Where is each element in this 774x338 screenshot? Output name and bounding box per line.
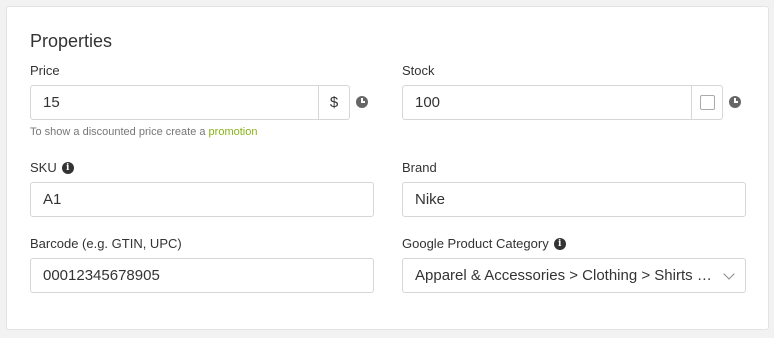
stock-input[interactable]: 100	[402, 85, 692, 120]
stock-unlimited-addon	[691, 85, 723, 120]
stock-label: Stock	[402, 63, 435, 79]
promotion-link[interactable]: promotion	[209, 126, 258, 138]
google-category-label: Google Product Category i	[402, 236, 566, 252]
stock-schedule-clock-icon[interactable]	[729, 96, 741, 108]
sku-value: A1	[43, 191, 62, 208]
price-label: Price	[30, 63, 60, 79]
price-schedule-clock-icon[interactable]	[356, 96, 368, 108]
barcode-value: 00012345678905	[43, 267, 160, 284]
unlimited-stock-checkbox[interactable]	[699, 95, 715, 110]
currency-addon: $	[318, 85, 350, 120]
brand-label-text: Brand	[402, 160, 437, 175]
price-value: 15	[43, 94, 60, 111]
brand-input[interactable]: Nike	[402, 182, 746, 217]
sku-label-text: SKU	[30, 160, 57, 175]
google-category-info-icon[interactable]: i	[553, 238, 566, 250]
sku-input[interactable]: A1	[30, 182, 374, 217]
stock-value: 100	[415, 94, 441, 111]
sku-info-icon[interactable]: i	[61, 162, 74, 174]
google-category-select[interactable]: Apparel & Accessories > Clothing > Shirt…	[402, 258, 746, 293]
price-label-text: Price	[30, 63, 60, 78]
section-title: Properties	[30, 31, 113, 51]
price-hint: To show a discounted price create a prom…	[30, 126, 257, 138]
currency-symbol: $	[329, 94, 339, 111]
google-category-value: Apparel & Accessories > Clothing > Shirt…	[415, 267, 717, 284]
barcode-input[interactable]: 00012345678905	[30, 258, 374, 293]
brand-label: Brand	[402, 160, 437, 176]
properties-card: Properties Price 15 $ To show a discount…	[6, 6, 769, 330]
barcode-label: Barcode (e.g. GTIN, UPC)	[30, 236, 182, 252]
price-hint-text: To show a discounted price create a	[30, 126, 209, 138]
price-input[interactable]: 15	[30, 85, 319, 120]
barcode-label-text: Barcode (e.g. GTIN, UPC)	[30, 236, 182, 251]
google-category-label-text: Google Product Category	[402, 236, 549, 251]
brand-value: Nike	[415, 191, 446, 208]
stock-label-text: Stock	[402, 63, 435, 78]
sku-label: SKU i	[30, 160, 74, 176]
chevron-down-icon	[723, 267, 735, 280]
